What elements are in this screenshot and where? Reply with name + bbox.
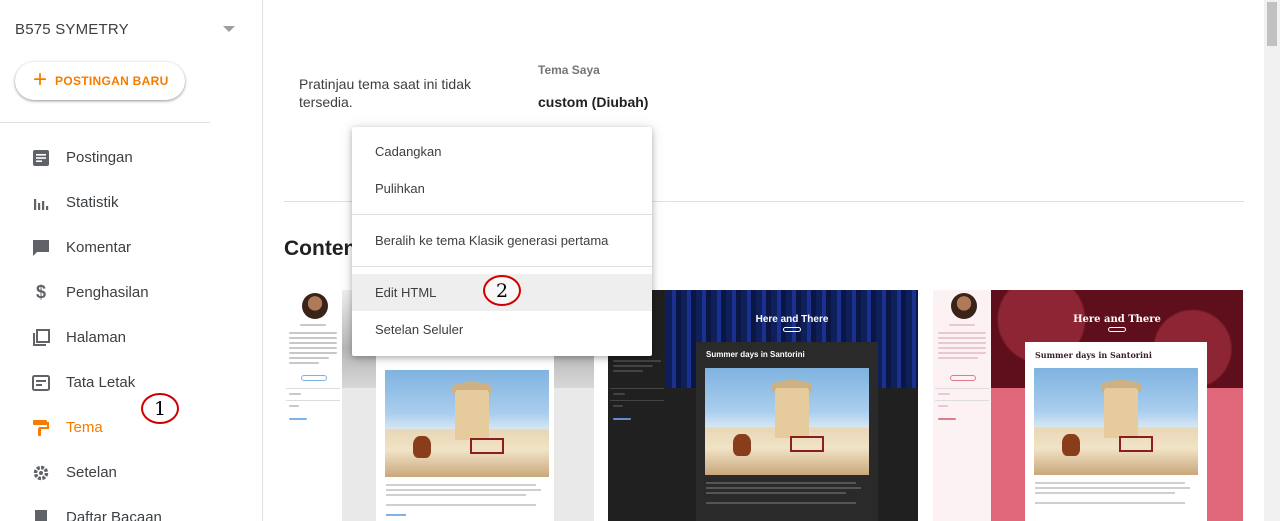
sidebar-item-setelan[interactable]: Setelan <box>0 450 262 495</box>
menu-item-mobile-settings[interactable]: Setelan Seluler <box>352 311 652 348</box>
my-theme-name: custom (Diubah) <box>538 94 649 110</box>
sidebar-item-penghasilan[interactable]: $ Penghasilan <box>0 270 262 315</box>
page-scrollbar[interactable] <box>1264 0 1280 521</box>
bookmark-icon <box>30 507 52 521</box>
menu-item-switch-classic[interactable]: Beralih ke tema Klasik generasi pertama <box>352 222 652 259</box>
caret-down-icon <box>223 26 235 32</box>
plus-icon: + <box>33 66 48 93</box>
stats-icon <box>30 192 52 214</box>
sidebar: B575 SYMETRY + POSTINGAN BARU Postingan … <box>0 0 263 521</box>
preview-unavailable-text: Pratinjau tema saat ini tidak tersedia. <box>299 76 471 110</box>
post-title: Summer days in Santorini <box>706 350 805 359</box>
sidebar-item-label: Halaman <box>66 329 127 346</box>
sidebar-nav: Postingan Statistik Komentar $ Penghasil… <box>0 135 262 521</box>
sidebar-item-label: Postingan <box>66 149 133 166</box>
sidebar-item-label: Komentar <box>66 239 132 256</box>
sidebar-item-postingan[interactable]: Postingan <box>0 135 262 180</box>
menu-divider <box>352 266 652 267</box>
pages-icon <box>30 327 52 349</box>
post-photo <box>705 368 869 475</box>
theme-preview-post: Summer days in Santorini <box>1025 342 1207 521</box>
annotation-marker-1: 1 <box>141 393 179 424</box>
dollar-icon: $ <box>35 282 46 302</box>
sidebar-divider <box>0 122 210 123</box>
sidebar-item-label: Tata Letak <box>66 374 136 391</box>
sidebar-item-tema[interactable]: Tema <box>0 405 262 450</box>
theme-preview-sidebar <box>284 290 342 521</box>
sidebar-item-komentar[interactable]: Komentar <box>0 225 262 270</box>
blogger-theme-page: B575 SYMETRY + POSTINGAN BARU Postingan … <box>0 0 1280 521</box>
gear-icon <box>30 462 52 484</box>
posts-icon <box>30 147 52 169</box>
menu-divider <box>352 214 652 215</box>
post-photo <box>385 370 549 477</box>
theme-preview-sidebar <box>933 290 991 521</box>
banner-title: Here and There <box>755 314 829 325</box>
sidebar-item-tata-letak[interactable]: Tata Letak <box>0 360 262 405</box>
banner-title: Here and There <box>1073 314 1161 325</box>
blog-selector[interactable]: B575 SYMETRY <box>15 18 245 40</box>
menu-item-restore[interactable]: Pulihkan <box>352 170 652 207</box>
blog-name: B575 SYMETRY <box>15 20 129 38</box>
theme-preview-post: Summer days in Santorini <box>696 342 878 521</box>
sidebar-item-label: Daftar Bacaan <box>66 509 162 521</box>
sidebar-item-label: Statistik <box>66 194 119 211</box>
scrollbar-thumb[interactable] <box>1267 2 1277 46</box>
new-post-button[interactable]: + POSTINGAN BARU <box>15 62 185 100</box>
theme-card[interactable]: Here and There Summer days in Santorini <box>933 290 1243 521</box>
theme-card[interactable]: Here and There Summer days in Santorini <box>608 290 918 521</box>
layout-icon <box>30 372 52 394</box>
annotation-marker-2: 2 <box>483 275 521 306</box>
theme-options-menu: Cadangkan Pulihkan Beralih ke tema Klasi… <box>352 127 652 356</box>
avatar <box>951 293 977 319</box>
sidebar-item-label: Penghasilan <box>66 284 149 301</box>
my-theme-label: Tema Saya <box>538 63 600 77</box>
menu-item-backup[interactable]: Cadangkan <box>352 133 652 170</box>
new-post-label: POSTINGAN BARU <box>55 74 169 88</box>
sidebar-item-halaman[interactable]: Halaman <box>0 315 262 360</box>
section-title: Conten <box>284 237 357 260</box>
avatar <box>302 293 328 319</box>
sidebar-item-statistik[interactable]: Statistik <box>0 180 262 225</box>
comment-icon <box>30 237 52 259</box>
theme-preview-post <box>376 350 554 521</box>
paint-roller-icon <box>30 417 52 439</box>
post-photo <box>1034 368 1198 475</box>
sidebar-item-label: Tema <box>66 419 103 436</box>
sidebar-item-daftar-bacaan[interactable]: Daftar Bacaan <box>0 495 262 521</box>
sidebar-item-label: Setelan <box>66 464 117 481</box>
post-title: Summer days in Santorini <box>1035 350 1152 360</box>
